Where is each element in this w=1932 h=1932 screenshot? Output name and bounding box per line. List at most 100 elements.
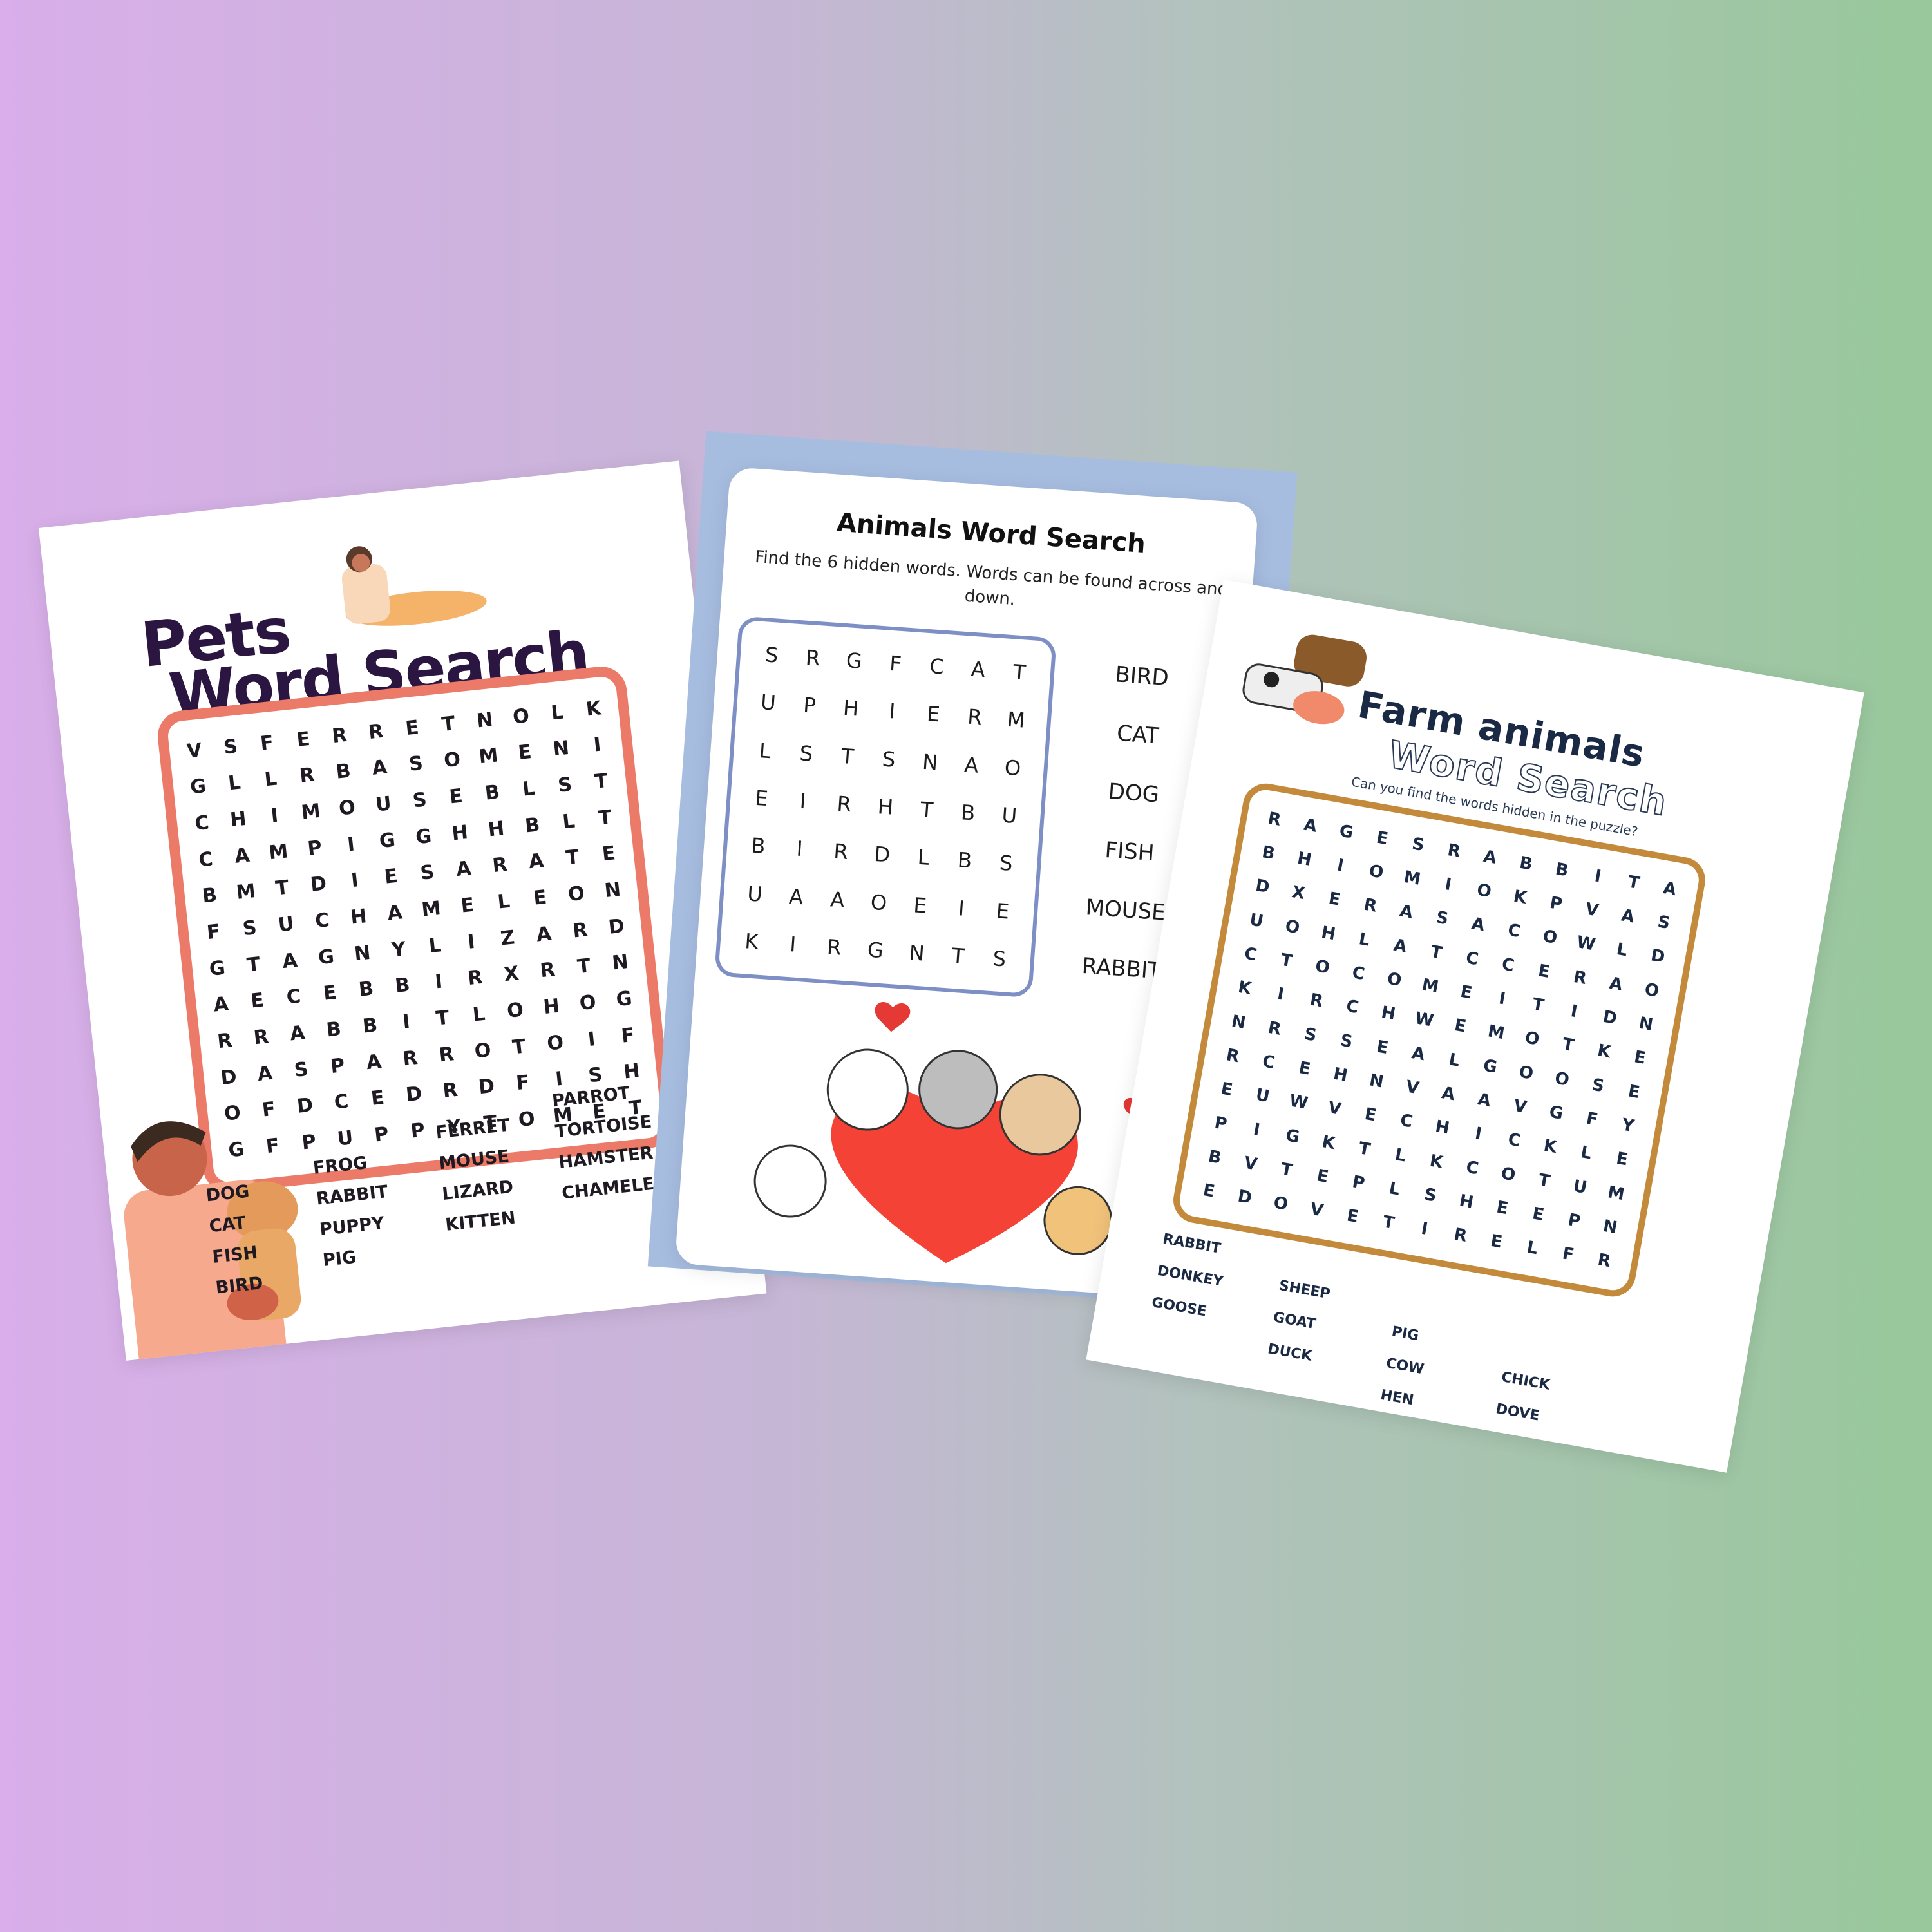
grid-letter: O xyxy=(1643,980,1661,1001)
grid-letter: E xyxy=(1374,828,1390,849)
grid-letter: A xyxy=(386,901,404,925)
grid-letter: O xyxy=(1367,861,1385,883)
grid-letter: M xyxy=(235,880,257,905)
grid-letter: T xyxy=(511,1035,527,1059)
grid-letter: H xyxy=(1434,1117,1451,1139)
farm-word-list-col1: RABBIT DONKEY GOOSE xyxy=(1149,1224,1231,1331)
grid-letter: M xyxy=(1486,1021,1506,1044)
farm-word-list-col3: PIG COW HEN xyxy=(1378,1316,1432,1417)
grid-letter: T xyxy=(1279,1159,1294,1181)
grid-letter: B xyxy=(484,781,501,805)
grid-letter: A xyxy=(1410,1043,1426,1065)
grid-letter: I xyxy=(401,1010,412,1034)
grid-letter: N xyxy=(353,941,372,966)
grid-letter: A xyxy=(970,656,987,683)
grid-letter: O xyxy=(1272,1193,1290,1215)
grid-letter: R xyxy=(1362,895,1379,917)
grid-letter: R xyxy=(330,723,348,748)
grid-letter: L xyxy=(758,737,772,763)
grid-letter: E xyxy=(1297,1058,1312,1079)
grid-letter: D xyxy=(309,872,328,897)
grid-letter: L xyxy=(561,810,576,834)
grid-letter: R xyxy=(491,853,509,878)
grid-letter: N xyxy=(908,940,925,966)
grid-letter: B xyxy=(334,760,352,784)
grid-letter: T xyxy=(435,1006,451,1030)
grid-letter: R xyxy=(252,1025,270,1050)
grid-letter: L xyxy=(263,768,278,791)
grid-letter: I xyxy=(587,1027,597,1051)
grid-letter: K xyxy=(1236,978,1253,999)
grid-letter: V xyxy=(1512,1095,1529,1117)
grid-letter: I xyxy=(269,804,279,828)
grid-letter: P xyxy=(802,693,817,719)
grid-letter: L xyxy=(550,701,565,725)
grid-letter: I xyxy=(1443,875,1454,895)
grid-letter: S xyxy=(1423,1184,1438,1206)
grid-letter: L xyxy=(428,934,442,958)
grid-letter: I xyxy=(1335,855,1345,876)
grid-letter: T xyxy=(1560,1034,1576,1056)
grid-letter: C xyxy=(1350,963,1367,985)
grid-letter: W xyxy=(1575,933,1597,955)
grid-letter: O xyxy=(1553,1068,1571,1090)
farm-animals-word-search-sheet: Farm animals Word Search Can you find th… xyxy=(1086,580,1864,1473)
grid-letter: N xyxy=(1230,1011,1247,1033)
grid-letter: B xyxy=(1206,1146,1223,1168)
grid-letter: G xyxy=(1338,821,1355,843)
grid-letter: X xyxy=(502,962,520,987)
grid-letter: Y xyxy=(390,937,407,962)
grid-letter: T xyxy=(1381,1212,1396,1234)
grid-letter: O xyxy=(442,748,462,773)
grid-letter: T xyxy=(951,943,965,969)
grid-letter: A xyxy=(788,884,804,909)
grid-letter: O xyxy=(578,990,598,1016)
grid-letter: N xyxy=(1601,1216,1619,1238)
grid-letter: L xyxy=(227,771,242,795)
grid-letter: G xyxy=(866,937,885,963)
grid-letter: S xyxy=(222,735,239,759)
grid-letter: U xyxy=(759,690,777,716)
grid-letter: T xyxy=(1357,1138,1372,1160)
grid-letter: T xyxy=(1530,994,1546,1016)
grid-letter: A xyxy=(1620,905,1636,927)
grid-letter: B xyxy=(1518,853,1534,875)
grid-letter: G xyxy=(208,956,227,981)
grid-letter: X xyxy=(1290,882,1307,904)
grid-letter: B xyxy=(956,848,973,873)
grid-letter: C xyxy=(1464,1157,1481,1179)
grid-letter: A xyxy=(1392,935,1408,957)
grid-letter: E xyxy=(295,727,311,752)
grid-letter: O xyxy=(337,796,357,820)
grid-letter: E xyxy=(1201,1180,1217,1202)
grid-letter: S xyxy=(764,642,779,668)
grid-letter: T xyxy=(565,846,581,870)
grid-letter: C xyxy=(1345,996,1361,1018)
grid-letter: R xyxy=(367,719,384,744)
grid-letter: O xyxy=(567,882,586,907)
farm-letter-grid: RAGESRABBITABHIOMIOKPVASDXERASACOWLDUOHL… xyxy=(1170,780,1709,1300)
grid-letter: V xyxy=(1242,1153,1259,1175)
grid-letter: L xyxy=(1357,929,1372,951)
grid-letter: S xyxy=(1590,1075,1606,1096)
grid-letter: T xyxy=(274,876,290,900)
word: CAT xyxy=(208,1213,247,1237)
grid-letter: E xyxy=(249,989,265,1013)
grid-letter: A xyxy=(233,844,251,868)
grid-letter: S xyxy=(1434,907,1450,929)
grid-letter: O xyxy=(1523,1028,1541,1050)
grid-letter: R xyxy=(967,704,983,730)
grid-letter: C xyxy=(1464,948,1480,970)
grid-letter: R xyxy=(1446,840,1463,862)
grid-letter: V xyxy=(185,739,204,763)
grid-letter: I xyxy=(466,930,477,954)
grid-letter: E xyxy=(1459,981,1474,1003)
grid-letter: E xyxy=(404,715,420,740)
grid-letter: R xyxy=(1452,1225,1469,1247)
grid-letter: S xyxy=(1303,1024,1318,1046)
grid-letter: D xyxy=(477,1075,496,1099)
grid-letter: A xyxy=(963,752,980,778)
grid-letter: I xyxy=(795,836,804,862)
grid-letter: L xyxy=(471,1002,487,1027)
grid-letter: I xyxy=(592,734,603,757)
